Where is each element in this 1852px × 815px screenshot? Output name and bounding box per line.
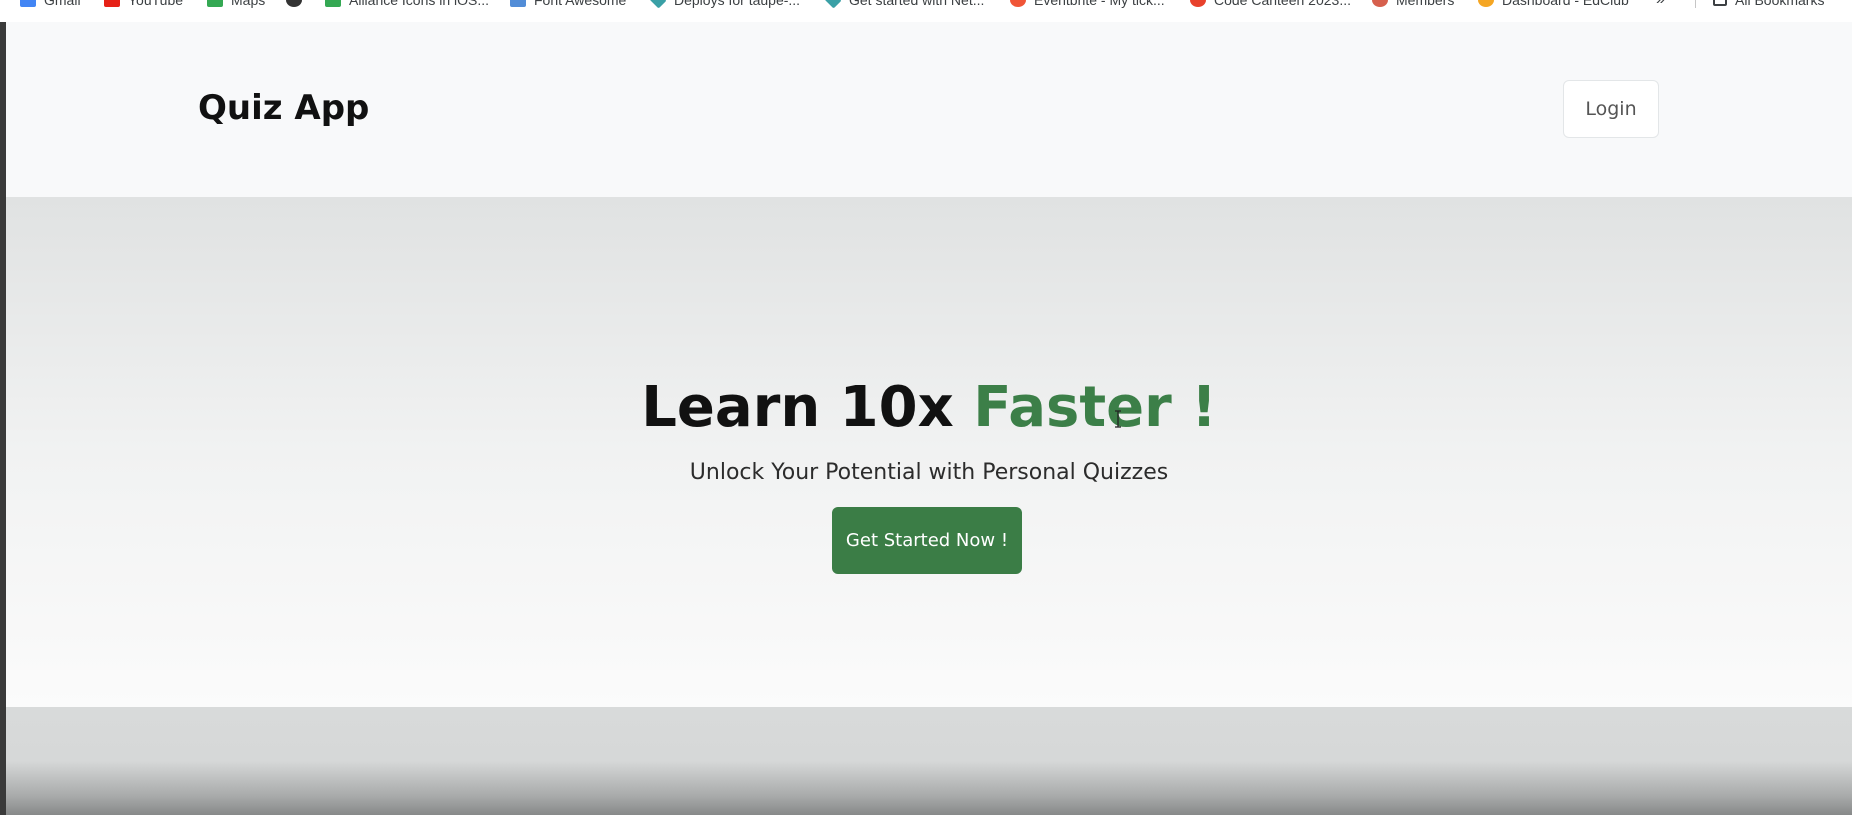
bookmark-label: Members [1396,0,1455,8]
all-bookmarks-label: All Bookmarks [1735,0,1825,8]
netlify-icon [649,0,667,9]
netlify-icon [824,0,842,9]
bookmark-code-canteen[interactable]: Code Canteen 2023... [1190,0,1351,10]
maps-icon [207,0,223,7]
bookmark-edclub[interactable]: Dashboard - EdClub [1478,0,1629,10]
edclub-icon [1478,0,1494,7]
bookmark-label: Maps [231,0,266,8]
bookmark-members[interactable]: Members [1372,0,1454,10]
bookmark-label: Font Awesome [534,0,627,8]
bookmark-font-awesome[interactable]: Font Awesome [510,0,626,10]
bookmark-label: Deploys for taupe-... [674,0,801,8]
bookmark-label: Get started with Net... [849,0,985,8]
bookmark-gmail[interactable]: Gmail [20,0,81,10]
youtube-icon [104,0,120,7]
bookmark-label: Alliance Icons in iOS... [349,0,490,8]
all-bookmarks-button[interactable]: All Bookmarks [1713,0,1824,10]
hero-title-accent: Faster ! [973,375,1217,440]
text-cursor-icon [1115,410,1121,428]
next-section [6,707,1852,815]
code-canteen-icon [1190,0,1206,7]
bookmark-label: YouTube [128,0,184,8]
hero-subtitle: Unlock Your Potential with Personal Quiz… [689,460,1169,485]
font-awesome-icon [510,0,526,7]
bookmark-label: Eventbrite - My tick... [1034,0,1165,8]
bookmark-eventbrite[interactable]: Eventbrite - My tick... [1010,0,1165,10]
brand-title[interactable]: Quiz App [198,88,369,128]
github-icon [286,0,302,7]
hero-section: Learn 10x Faster ! Unlock Your Potential… [6,197,1852,707]
bookmarks-bar: Gmail YouTube Maps Alliance Icons in iOS… [0,0,1852,22]
bookmarks-divider [1695,0,1696,8]
bookmark-netlify[interactable]: Get started with Net... [824,0,985,10]
folder-icon [1713,0,1727,6]
gmail-icon [20,0,36,7]
bookmark-label: Gmail [44,0,81,8]
hero-title-main: Learn 10x [641,375,974,440]
eventbrite-icon [1010,0,1026,7]
get-started-button[interactable]: Get Started Now ! [832,507,1022,574]
sheet-icon [325,0,341,7]
members-icon [1372,0,1388,7]
bookmark-label: Dashboard - EdClub [1502,0,1629,8]
bookmark-label: Code Canteen 2023... [1214,0,1351,8]
more-bookmarks-button[interactable]: » [1656,0,1665,10]
bookmark-deploys[interactable]: Deploys for taupe-... [649,0,801,10]
bookmark-youtube[interactable]: YouTube [104,0,183,10]
bookmark-alliance-icons[interactable]: Alliance Icons in iOS... [325,0,489,10]
bookmark-maps[interactable]: Maps [207,0,265,10]
login-button[interactable]: Login [1563,80,1659,138]
bookmark-github[interactable] [286,0,310,10]
hero-title: Learn 10x Faster ! [6,375,1852,440]
navbar: Quiz App Login [6,22,1852,197]
